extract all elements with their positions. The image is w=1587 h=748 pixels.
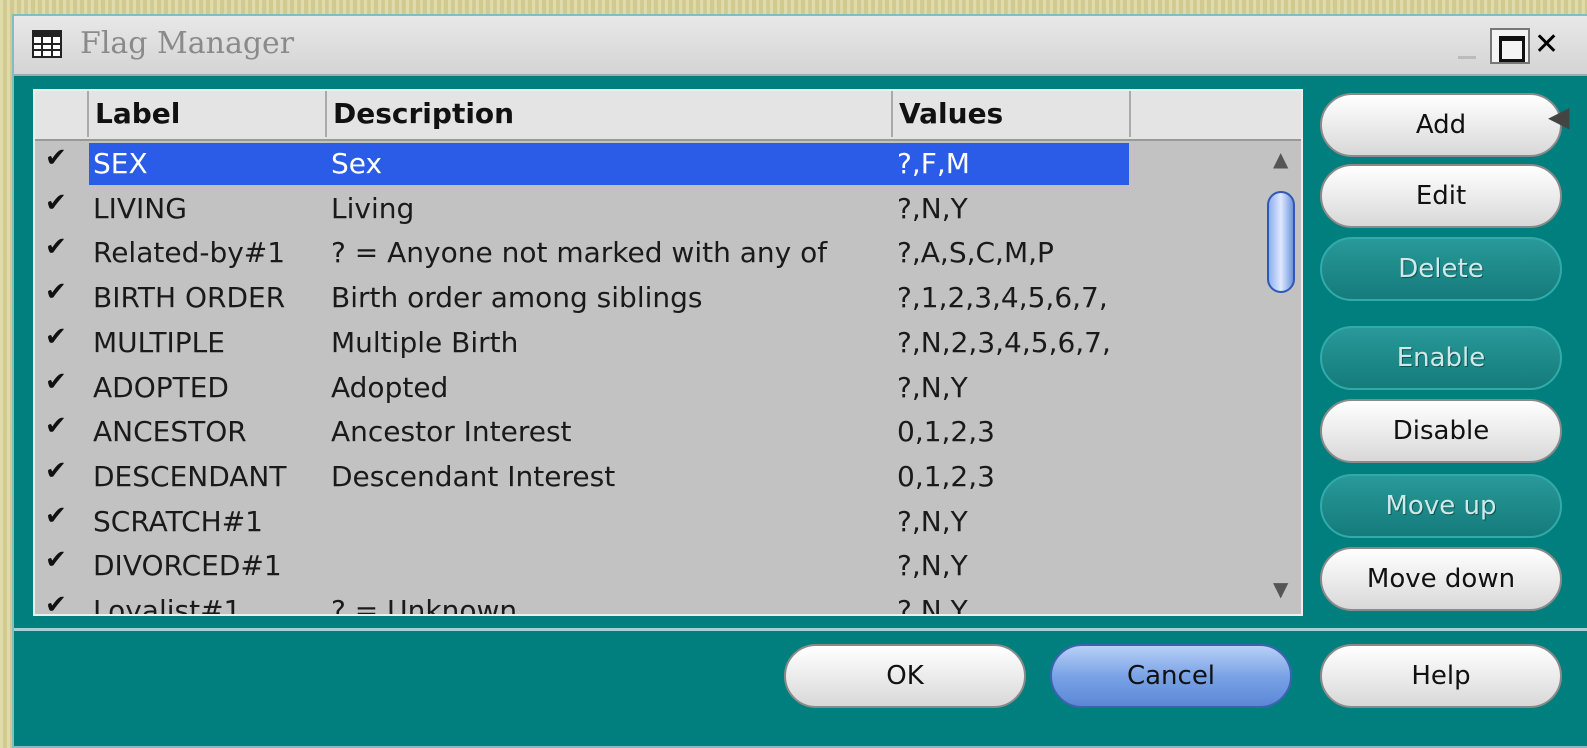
- row-values: ?,N,Y: [897, 370, 968, 404]
- close-icon[interactable]: ✕: [1534, 28, 1564, 64]
- table-row[interactable]: ✔ DESCENDANT Descendant Interest 0,1,2,3: [35, 454, 1275, 499]
- row-label: DESCENDANT: [93, 459, 287, 493]
- flag-manager-window: Flag Manager ✕ Label Description Values …: [12, 14, 1587, 748]
- flag-list[interactable]: Label Description Values ✔ SEX Sex ?,F,M ✔ LI…: [33, 89, 1303, 616]
- table-row[interactable]: ✔ MULTIPLE Multiple Birth ?,N,2,3,4,5,6,7,: [35, 320, 1275, 365]
- checkmark-icon[interactable]: ✔: [45, 501, 67, 531]
- column-header-values[interactable]: Values: [893, 91, 1131, 137]
- row-label: BIRTH ORDER: [93, 281, 286, 315]
- vertical-scrollbar[interactable]: ▲ ▼: [1265, 147, 1301, 610]
- row-description: Sex: [331, 147, 383, 180]
- grid-window-icon: [32, 30, 62, 58]
- disable-button[interactable]: Disable: [1320, 399, 1562, 463]
- table-header: Label Description Values: [35, 91, 1301, 141]
- title-bar[interactable]: Flag Manager ✕: [14, 16, 1587, 76]
- row-label: MULTIPLE: [93, 325, 225, 359]
- checkmark-icon[interactable]: ✔: [45, 232, 67, 262]
- checkmark-icon[interactable]: ✔: [45, 143, 67, 173]
- row-values: ?,1,2,3,4,5,6,7,: [897, 281, 1108, 315]
- table-row[interactable]: ✔ ANCESTOR Ancestor Interest 0,1,2,3: [35, 409, 1275, 454]
- row-values: ?,F,M: [897, 147, 970, 180]
- checkmark-icon[interactable]: ✔: [45, 188, 67, 218]
- table-row[interactable]: ✔ LIVING Living ?,N,Y: [35, 186, 1275, 231]
- checkmark-icon[interactable]: ✔: [45, 277, 67, 307]
- row-label: ANCESTOR: [93, 415, 247, 449]
- checkmark-icon[interactable]: ✔: [45, 456, 67, 486]
- table-row[interactable]: ✔ DIVORCED#1 ?,N,Y: [35, 543, 1275, 588]
- row-values: ?,N,Y: [897, 191, 968, 225]
- move-up-button[interactable]: Move up: [1320, 474, 1562, 538]
- table-row[interactable]: ✔ ADOPTED Adopted ?,N,Y: [35, 365, 1275, 410]
- ok-button[interactable]: OK: [784, 644, 1026, 708]
- row-description: Birth order among siblings: [331, 281, 703, 315]
- scroll-up-icon[interactable]: ▲: [1273, 147, 1288, 171]
- edit-button[interactable]: Edit: [1320, 164, 1562, 228]
- checkmark-icon[interactable]: ✔: [45, 545, 67, 575]
- row-values: 0,1,2,3: [897, 415, 995, 449]
- scroll-down-icon[interactable]: ▼: [1273, 577, 1288, 601]
- enable-button[interactable]: Enable: [1320, 326, 1562, 390]
- minimize-icon[interactable]: [1450, 28, 1490, 64]
- cancel-button[interactable]: Cancel: [1050, 644, 1292, 708]
- row-label: SEX: [93, 147, 148, 180]
- row-description: Adopted: [331, 370, 449, 404]
- column-header-description[interactable]: Description: [327, 91, 893, 137]
- help-button[interactable]: Help: [1320, 644, 1562, 708]
- arrow-pointer-icon: ◀: [1548, 100, 1570, 133]
- checkmark-icon[interactable]: ✔: [45, 367, 67, 397]
- row-label: Loyalist#1: [93, 594, 242, 616]
- row-values: ?,N,Y: [897, 594, 968, 616]
- table-row[interactable]: ✔ SEX Sex ?,F,M: [35, 141, 1275, 186]
- scroll-thumb[interactable]: [1267, 191, 1295, 293]
- row-values: ?,A,S,C,M,P: [897, 236, 1054, 270]
- row-values: 0,1,2,3: [897, 459, 995, 493]
- row-label: LIVING: [93, 191, 187, 225]
- move-down-button[interactable]: Move down: [1320, 547, 1562, 611]
- row-description: Descendant Interest: [331, 459, 616, 493]
- row-description: ? = Anyone not marked with any of: [331, 236, 828, 270]
- row-label: SCRATCH#1: [93, 504, 263, 538]
- table-row[interactable]: ✔ BIRTH ORDER Birth order among siblings?,…: [35, 275, 1275, 320]
- maximize-icon[interactable]: [1490, 28, 1530, 64]
- checkmark-icon[interactable]: ✔: [45, 411, 67, 441]
- row-description: Living: [331, 191, 415, 225]
- checkmark-icon[interactable]: ✔: [45, 590, 67, 614]
- row-values: ?,N,Y: [897, 504, 968, 538]
- checkmark-icon[interactable]: ✔: [45, 322, 67, 352]
- window-title: Flag Manager: [80, 26, 295, 61]
- row-values: ?,N,2,3,4,5,6,7,: [897, 325, 1111, 359]
- row-description: ? = Unknown: [331, 594, 518, 616]
- row-label: DIVORCED#1: [93, 549, 282, 583]
- row-values: ?,N,Y: [897, 549, 968, 583]
- delete-button[interactable]: Delete: [1320, 237, 1562, 301]
- table-row[interactable]: ✔ SCRATCH#1 ?,N,Y: [35, 499, 1275, 544]
- check-column-header[interactable]: [35, 91, 89, 137]
- add-button[interactable]: Add: [1320, 93, 1562, 157]
- row-description: Multiple Birth: [331, 325, 519, 359]
- row-label: ADOPTED: [93, 370, 229, 404]
- row-description: Ancestor Interest: [331, 415, 572, 449]
- table-row[interactable]: ✔ Related-by#1 ? = Anyone not marked with …: [35, 230, 1275, 275]
- table-row[interactable]: ✔ Loyalist#1 ? = Unknown ?,N,Y: [35, 588, 1275, 616]
- row-label: Related-by#1: [93, 236, 286, 270]
- divider: [14, 628, 1587, 631]
- column-header-label[interactable]: Label: [89, 91, 327, 137]
